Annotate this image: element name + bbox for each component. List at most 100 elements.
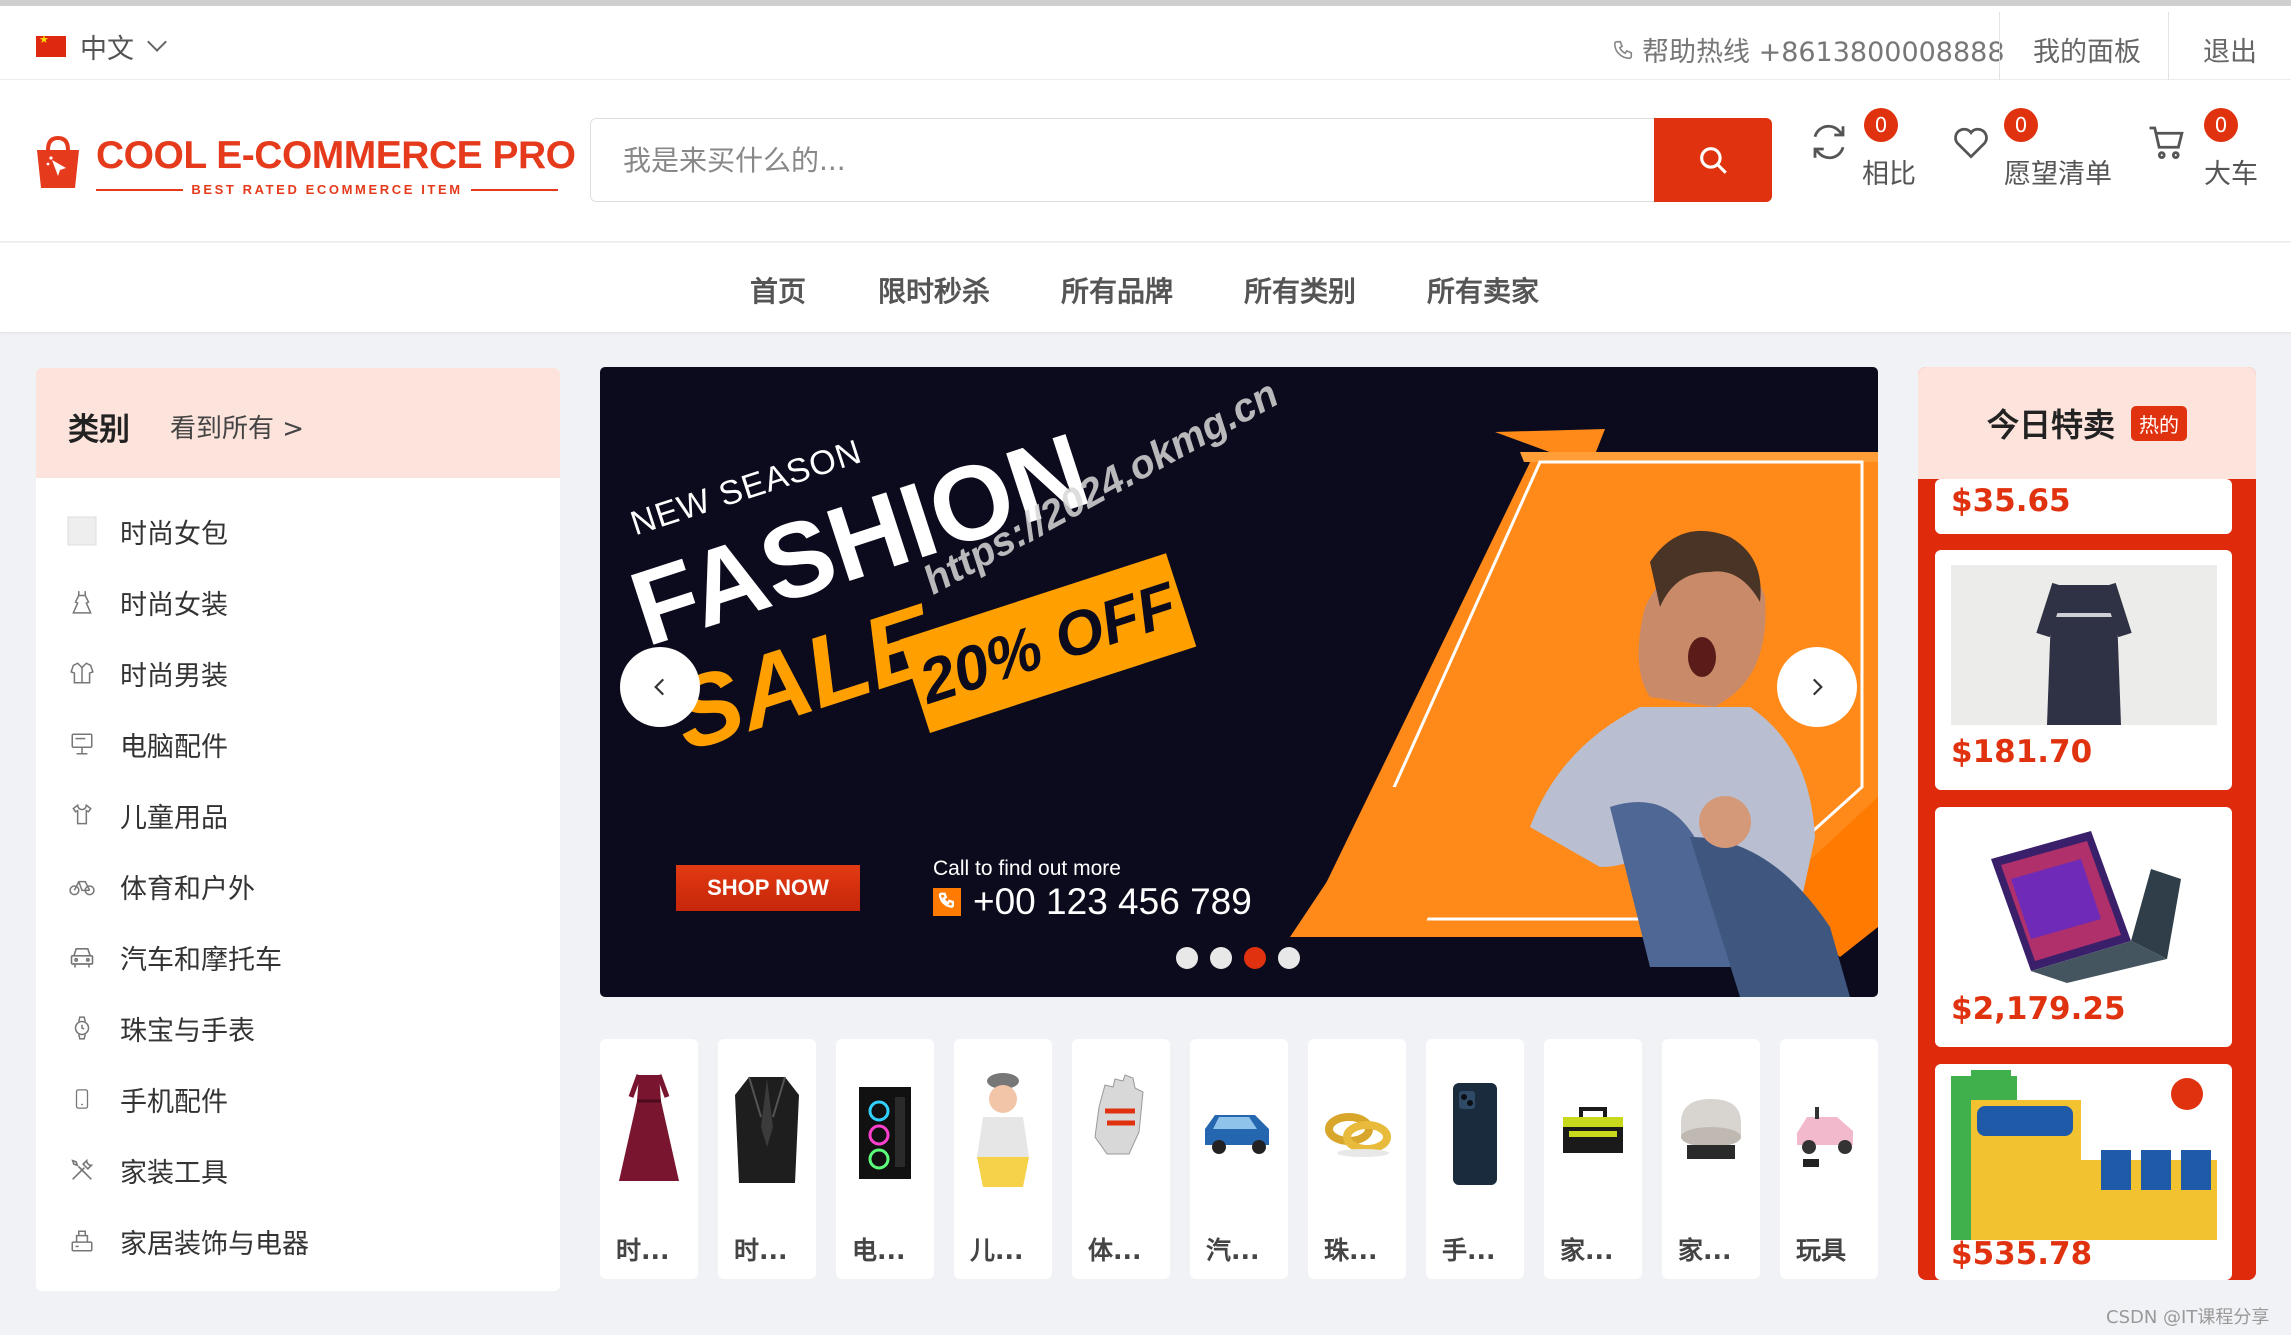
category-item-auto-moto[interactable]: 汽车和摩托车 [66,932,282,982]
category-thumb-kids[interactable]: 儿... [954,1039,1052,1279]
laptop-product-image [1991,831,2181,983]
banner-next-button[interactable] [1777,647,1857,727]
top-bar: 中文 帮助热线 +8613800008888 我的面板 退出 [0,0,2291,86]
category-title: 类别 [68,412,130,448]
deal-price: $181.70 [1951,734,2093,770]
gaming-pc-image [859,1087,911,1179]
my-dashboard-link[interactable]: 我的面板 [2033,30,2141,69]
nav-item-flash-sale[interactable]: 限时秒杀 [878,270,990,310]
divider [2168,12,2169,86]
deal-card[interactable]: $535.78 [1935,1064,2232,1280]
category-item-jewelry-watches[interactable]: 珠宝与手表 [66,1003,255,1053]
category-thumb-sports[interactable]: 体... [1072,1039,1170,1279]
hot-badge: 热的 [2131,405,2187,441]
shop-now-button[interactable]: SHOP NOW [676,865,860,911]
language-selector[interactable]: 中文 [36,29,167,65]
category-thumb-tools[interactable]: 家... [1544,1039,1642,1279]
category-item-phone-accessories[interactable]: 手机配件 [66,1074,228,1124]
category-item-womens-bags[interactable]: 时尚女包 [66,506,228,556]
deals-scrollbar[interactable] [2242,479,2256,1280]
category-label: 珠宝与手表 [120,1015,255,1047]
language-label: 中文 [80,33,134,65]
black-jacket-image [735,1076,799,1183]
hero-banner[interactable]: NEW SEASON FASHION SALE 20% OFF https://… [600,367,1878,997]
banner-prev-button[interactable] [620,647,700,727]
shop-now-label: SHOP NOW [707,875,829,900]
category-label: 电脑配件 [120,731,228,763]
smartphone-image [1453,1083,1497,1185]
site-header: COOL E-COMMERCE PRO BEST RATED ECOMMERCE… [0,80,2291,242]
dress-product-image [1951,565,2217,725]
deal-card[interactable]: $2,179.25 [1935,807,2232,1047]
search-input[interactable] [591,119,1656,201]
main-nav: 首页 限时秒杀 所有品牌 所有类别 所有卖家 [0,243,2291,333]
category-label: 家装工具 [120,1157,228,1189]
thumb-label: 玩具 [1796,1236,1847,1265]
banner-pagination [1176,947,1300,969]
logo-tagline-text: BEST RATED ECOMMERCE ITEM [191,182,463,197]
category-item-home-decor-appliances[interactable]: 家居装饰与电器 [66,1216,309,1266]
shopping-bag-logo-icon [37,135,79,188]
compare-button[interactable]: 0 相比 [1808,108,1918,208]
slide-dot-2[interactable] [1210,947,1232,969]
category-thumb-jewelry[interactable]: 珠... [1308,1039,1406,1279]
category-panel: 类别 看到所有 > 时尚女包 时尚女装 时尚男装 电脑配件 儿童用品 体育和户外… [36,368,560,1291]
category-thumb-phone[interactable]: 手... [1426,1039,1524,1279]
heart-icon [1954,127,1988,159]
category-item-womens-clothing[interactable]: 时尚女装 [66,577,228,627]
appliance-icon [66,1225,98,1257]
todays-deals-panel: 今日特卖 热的 $35.65 $181.70 $2,179.25 $535.78 [1918,367,2256,1280]
help-hotline: 帮助热线 +8613800008888 [1612,30,2005,69]
slide-dot-4[interactable] [1278,947,1300,969]
cart-button[interactable]: 0 大车 [2146,108,2266,208]
category-item-computer-accessories[interactable]: 电脑配件 [66,719,228,769]
category-label: 时尚女包 [120,518,228,550]
deal-card[interactable]: $35.65 [1935,479,2232,534]
category-item-sports-outdoors[interactable]: 体育和户外 [66,861,255,911]
thumb-label: 时... [734,1236,788,1265]
wishlist-button[interactable]: 0 愿望清单 [1948,108,2118,208]
category-item-home-tools[interactable]: 家装工具 [66,1145,228,1195]
divider [1999,12,2000,86]
category-thumb-computer[interactable]: 电... [836,1039,934,1279]
view-all-categories-link[interactable]: 看到所有 > [170,408,304,445]
slide-dot-3-active[interactable] [1244,947,1266,969]
phone-icon [933,888,961,916]
nav-item-sellers[interactable]: 所有卖家 [1427,270,1539,310]
category-thumb-home-decor[interactable]: 家... [1662,1039,1760,1279]
category-thumb-toys[interactable]: 玩具 [1780,1039,1878,1279]
wishlist-count-badge: 0 [2004,108,2038,142]
category-label: 汽车和摩托车 [120,944,282,976]
logout-link[interactable]: 退出 [2203,30,2257,69]
chevron-down-icon [147,32,167,52]
cart-icon [2149,126,2184,159]
category-item-mens-clothing[interactable]: 时尚男装 [66,648,228,698]
nav-item-categories[interactable]: 所有类别 [1244,270,1356,310]
logo-tagline: BEST RATED ECOMMERCE ITEM [96,182,559,197]
nav-item-brands[interactable]: 所有品牌 [1061,270,1173,310]
glove-image [1094,1074,1144,1155]
banner-phone: +00 123 456 789 [973,881,1252,922]
search-button[interactable] [1654,118,1772,202]
category-label: 家居装饰与电器 [120,1228,309,1260]
category-thumb-auto[interactable]: 汽... [1190,1039,1288,1279]
dress-icon [66,586,98,618]
thumb-label: 家... [1678,1236,1732,1265]
thumb-label: 手... [1442,1236,1496,1265]
category-item-kids[interactable]: 儿童用品 [66,790,228,840]
phone-icon [66,1083,98,1115]
category-header: 类别 看到所有 > [36,368,560,478]
toy-car-image [1797,1107,1853,1167]
category-thumb-womens-clothing[interactable]: 时... [718,1039,816,1279]
nav-item-home[interactable]: 首页 [750,270,806,310]
category-thumb-womens-bags[interactable]: 时... [600,1039,698,1279]
deal-card[interactable]: $181.70 [1935,550,2232,790]
compare-count-badge: 0 [1864,108,1898,142]
thumb-label: 家... [1560,1236,1614,1265]
chevron-right-icon [1812,678,1823,696]
slide-dot-1[interactable] [1176,947,1198,969]
category-label: 时尚女装 [120,589,228,621]
logo-name: COOL E-COMMERCE PRO [96,134,576,177]
red-dress-image [619,1074,679,1181]
baby-clothes-icon [66,799,98,831]
